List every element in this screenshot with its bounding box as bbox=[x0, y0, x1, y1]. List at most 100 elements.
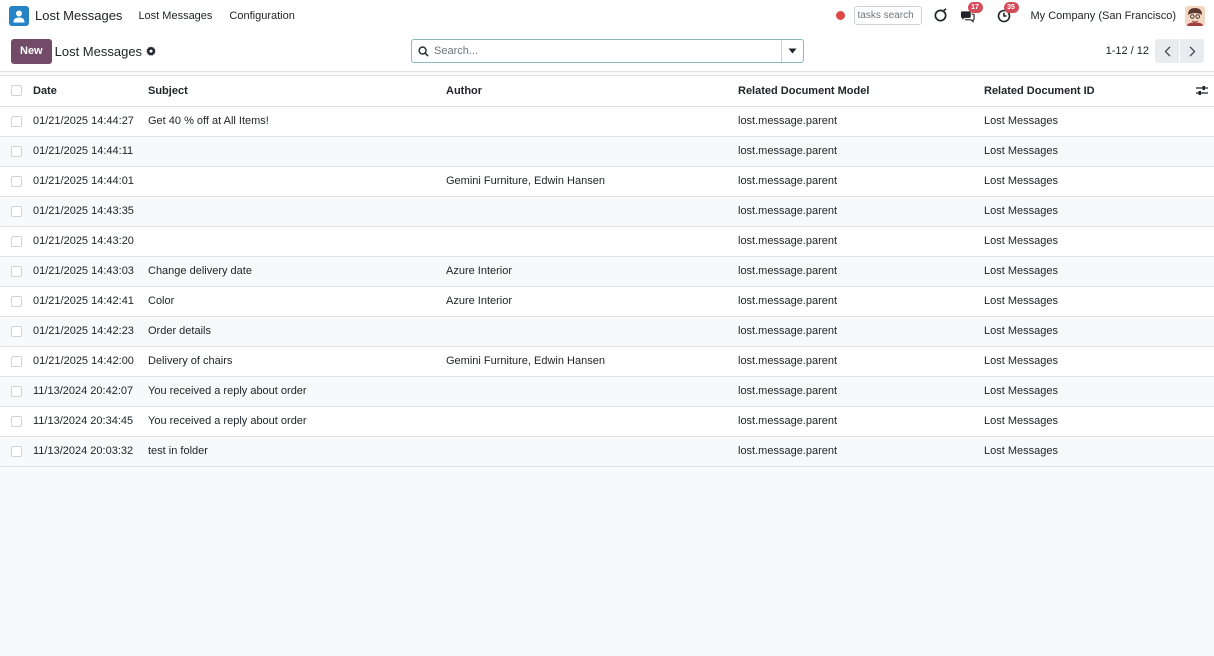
table-row[interactable]: 01/21/2025 14:42:23 Order details lost.mes… bbox=[0, 316, 1214, 347]
cell-date[interactable]: 01/21/2025 14:44:11 bbox=[33, 136, 148, 167]
cell-model[interactable]: lost.message.parent bbox=[738, 436, 984, 467]
cell-date[interactable]: 11/13/2024 20:34:45 bbox=[33, 406, 148, 437]
table-row[interactable]: 11/13/2024 20:03:32 test in folder lost.me… bbox=[0, 436, 1214, 467]
tasks-search-input[interactable] bbox=[853, 6, 922, 25]
cell-author[interactable] bbox=[446, 316, 738, 347]
cell-author[interactable]: Azure Interior bbox=[446, 256, 738, 287]
cell-author[interactable] bbox=[446, 226, 738, 257]
column-header-author[interactable]: Author bbox=[446, 76, 738, 107]
menu-configuration[interactable]: Configuration bbox=[229, 10, 294, 22]
recording-dot[interactable] bbox=[835, 11, 845, 20]
cell-author[interactable] bbox=[446, 436, 738, 467]
cell-document-id[interactable]: Lost Messages bbox=[984, 346, 1184, 377]
cell-subject[interactable]: Delivery of chairs bbox=[148, 346, 446, 377]
cell-model[interactable]: lost.message.parent bbox=[738, 196, 984, 227]
row-checkbox[interactable] bbox=[11, 445, 22, 457]
activity-clock-icon[interactable]: 35 bbox=[995, 1, 1019, 25]
cell-model[interactable]: lost.message.parent bbox=[738, 256, 984, 287]
cell-model[interactable]: lost.message.parent bbox=[738, 166, 984, 197]
pager-previous-button[interactable] bbox=[1155, 39, 1179, 63]
cell-document-id[interactable]: Lost Messages bbox=[984, 436, 1184, 467]
table-row[interactable]: 11/13/2024 20:42:07 You received a reply … bbox=[0, 376, 1214, 407]
table-row[interactable]: 11/13/2024 20:34:45 You received a reply … bbox=[0, 406, 1214, 437]
row-checkbox[interactable] bbox=[11, 385, 22, 397]
app-brand[interactable]: Lost Messages bbox=[35, 8, 122, 23]
search-options-toggle[interactable] bbox=[781, 40, 803, 62]
cell-subject[interactable]: You received a reply about order bbox=[148, 406, 446, 437]
cell-author[interactable] bbox=[446, 406, 738, 437]
cell-date[interactable]: 01/21/2025 14:42:00 bbox=[33, 346, 148, 377]
table-row[interactable]: 01/21/2025 14:43:20 lost.message.parent Lo… bbox=[0, 226, 1214, 257]
cell-author[interactable]: Azure Interior bbox=[446, 286, 738, 317]
cell-author[interactable] bbox=[446, 376, 738, 407]
bug-icon[interactable] bbox=[932, 7, 950, 25]
cell-date[interactable]: 01/21/2025 14:42:23 bbox=[33, 316, 148, 347]
table-row[interactable]: 01/21/2025 14:43:35 lost.message.parent Lo… bbox=[0, 196, 1214, 227]
table-row[interactable]: 01/21/2025 14:42:41 Color Azure Interior lo… bbox=[0, 286, 1214, 317]
cell-subject[interactable] bbox=[148, 136, 446, 167]
cell-model[interactable]: lost.message.parent bbox=[738, 136, 984, 167]
row-checkbox[interactable] bbox=[11, 355, 22, 367]
select-all-checkbox[interactable] bbox=[11, 85, 22, 97]
row-checkbox[interactable] bbox=[11, 295, 22, 307]
cell-subject[interactable]: Color bbox=[148, 286, 446, 317]
cell-author[interactable]: Gemini Furniture, Edwin Hansen bbox=[446, 346, 738, 377]
cell-document-id[interactable]: Lost Messages bbox=[984, 196, 1184, 227]
menu-lost-messages[interactable]: Lost Messages bbox=[138, 10, 212, 22]
cell-author[interactable] bbox=[446, 106, 738, 137]
cell-document-id[interactable]: Lost Messages bbox=[984, 376, 1184, 407]
cell-model[interactable]: lost.message.parent bbox=[738, 376, 984, 407]
cell-author[interactable] bbox=[446, 136, 738, 167]
cell-date[interactable]: 11/13/2024 20:03:32 bbox=[33, 436, 148, 467]
column-settings-icon[interactable] bbox=[1184, 85, 1214, 96]
cell-model[interactable]: lost.message.parent bbox=[738, 346, 984, 377]
cell-author[interactable] bbox=[446, 196, 738, 227]
table-row[interactable]: 01/21/2025 14:44:27 Get 40 % off at All I… bbox=[0, 106, 1214, 137]
cell-date[interactable]: 01/21/2025 14:42:41 bbox=[33, 286, 148, 317]
cell-document-id[interactable]: Lost Messages bbox=[984, 106, 1184, 137]
row-checkbox[interactable] bbox=[11, 175, 22, 187]
row-checkbox[interactable] bbox=[11, 265, 22, 277]
cell-model[interactable]: lost.message.parent bbox=[738, 406, 984, 437]
cell-date[interactable]: 01/21/2025 14:44:27 bbox=[33, 106, 148, 137]
cell-subject[interactable]: Get 40 % off at All Items! bbox=[148, 106, 446, 137]
cell-document-id[interactable]: Lost Messages bbox=[984, 406, 1184, 437]
table-row[interactable]: 01/21/2025 14:44:01 Gemini Furniture, Edw… bbox=[0, 166, 1214, 197]
cell-date[interactable]: 01/21/2025 14:43:35 bbox=[33, 196, 148, 227]
row-checkbox[interactable] bbox=[11, 205, 22, 217]
user-avatar[interactable] bbox=[1185, 5, 1205, 26]
cell-date[interactable]: 01/21/2025 14:43:20 bbox=[33, 226, 148, 257]
row-checkbox[interactable] bbox=[11, 235, 22, 247]
table-row[interactable]: 01/21/2025 14:43:03 Change delivery date A… bbox=[0, 256, 1214, 287]
pager-value[interactable]: 1-12 / 12 bbox=[1106, 45, 1149, 57]
cell-subject[interactable]: Order details bbox=[148, 316, 446, 347]
cell-document-id[interactable]: Lost Messages bbox=[984, 226, 1184, 257]
cell-subject[interactable]: You received a reply about order bbox=[148, 376, 446, 407]
cell-document-id[interactable]: Lost Messages bbox=[984, 136, 1184, 167]
column-header-subject[interactable]: Subject bbox=[148, 76, 446, 107]
chat-icon[interactable]: 17 bbox=[959, 1, 983, 25]
cell-model[interactable]: lost.message.parent bbox=[738, 226, 984, 257]
cell-date[interactable]: 01/21/2025 14:44:01 bbox=[33, 166, 148, 197]
cell-document-id[interactable]: Lost Messages bbox=[984, 166, 1184, 197]
cell-subject[interactable]: test in folder bbox=[148, 436, 446, 467]
cell-subject[interactable] bbox=[148, 196, 446, 227]
row-checkbox[interactable] bbox=[11, 115, 22, 127]
cell-model[interactable]: lost.message.parent bbox=[738, 106, 984, 137]
new-button[interactable]: New bbox=[11, 38, 52, 64]
cell-subject[interactable]: Change delivery date bbox=[148, 256, 446, 287]
table-row[interactable]: 01/21/2025 14:44:11 lost.message.parent Lo… bbox=[0, 136, 1214, 167]
cell-subject[interactable] bbox=[148, 166, 446, 197]
gear-icon[interactable] bbox=[146, 46, 156, 56]
row-checkbox[interactable] bbox=[11, 325, 22, 337]
company-switcher[interactable]: My Company (San Francisco) bbox=[1031, 10, 1177, 22]
pager-next-button[interactable] bbox=[1180, 39, 1204, 63]
app-icon[interactable] bbox=[9, 5, 29, 26]
cell-model[interactable]: lost.message.parent bbox=[738, 316, 984, 347]
cell-document-id[interactable]: Lost Messages bbox=[984, 256, 1184, 287]
cell-author[interactable]: Gemini Furniture, Edwin Hansen bbox=[446, 166, 738, 197]
cell-date[interactable]: 01/21/2025 14:43:03 bbox=[33, 256, 148, 287]
cell-model[interactable]: lost.message.parent bbox=[738, 286, 984, 317]
search-input[interactable] bbox=[434, 41, 781, 61]
table-row[interactable]: 01/21/2025 14:42:00 Delivery of chairs Gem… bbox=[0, 346, 1214, 377]
